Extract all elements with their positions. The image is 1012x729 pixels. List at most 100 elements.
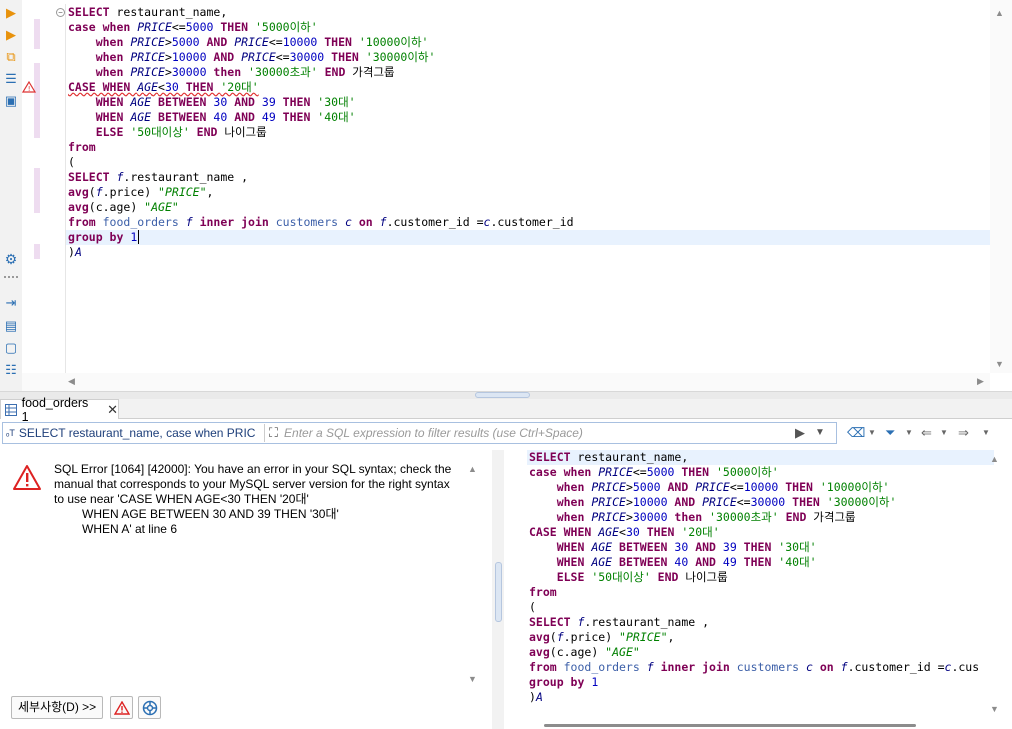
- code-line[interactable]: WHEN AGE BETWEEN 40 AND 49 THEN '40대': [68, 110, 356, 125]
- code-token: 30: [164, 80, 179, 94]
- scroll-down-arrow-icon[interactable]: ▼: [995, 359, 1004, 369]
- code-token: inner join: [199, 215, 276, 229]
- query-horizontal-scrollbar[interactable]: [504, 718, 986, 729]
- forward-dropdown-icon[interactable]: ▼: [982, 428, 990, 437]
- fold-toggle-icon[interactable]: −: [56, 8, 65, 17]
- execute-script-icon[interactable]: ⧉: [3, 49, 19, 65]
- export-icon[interactable]: ⇥: [3, 295, 19, 311]
- code-line[interactable]: WHEN AGE BETWEEN 30 AND 39 THEN '30대': [529, 540, 817, 555]
- scroll-left-arrow-icon[interactable]: ◀: [68, 376, 75, 387]
- splitter-handle[interactable]: [495, 562, 502, 622]
- load-file-icon[interactable]: ▤: [3, 318, 19, 334]
- back-dropdown-icon[interactable]: ▼: [940, 428, 948, 437]
- code-line[interactable]: avg(c.age) "AGE": [529, 645, 640, 660]
- code-line[interactable]: group by 1: [529, 675, 598, 690]
- code-line[interactable]: avg(c.age) "AGE": [68, 200, 179, 215]
- code-line[interactable]: CASE WHEN AGE<30 THEN '20대': [68, 80, 259, 95]
- vertical-splitter[interactable]: [492, 450, 504, 729]
- scroll-down-arrow-icon[interactable]: ▼: [468, 674, 477, 684]
- code-token: '20대': [220, 80, 259, 94]
- code-line[interactable]: SELECT f.restaurant_name ,: [68, 170, 248, 185]
- code-token: from: [529, 660, 564, 674]
- code-line[interactable]: from food_orders f inner join customers …: [529, 660, 979, 675]
- warning-icon: [113, 700, 130, 715]
- code-line[interactable]: when PRICE>30000 then '30000초과' END 가격그룹: [68, 65, 395, 80]
- tab-food-orders[interactable]: food_orders 1 ✕: [0, 396, 119, 424]
- scroll-up-arrow-icon[interactable]: ▲: [990, 454, 999, 464]
- scroll-right-arrow-icon[interactable]: ▶: [977, 376, 984, 387]
- splitter-handle[interactable]: [475, 392, 530, 398]
- close-tab-icon[interactable]: ✕: [107, 402, 118, 418]
- code-line[interactable]: when PRICE>10000 AND PRICE<=30000 THEN '…: [68, 50, 436, 65]
- execute-statement-new-tab-icon[interactable]: ▶: [3, 27, 19, 43]
- code-line[interactable]: (: [529, 600, 536, 615]
- scroll-up-arrow-icon[interactable]: ▲: [468, 464, 477, 474]
- code-line[interactable]: SELECT f.restaurant_name ,: [529, 615, 709, 630]
- query-scrollbar[interactable]: ▲ ▼: [986, 450, 1004, 718]
- apply-filter-icon[interactable]: ▶: [795, 425, 805, 441]
- code-token: '5000이하': [254, 20, 318, 34]
- code-line[interactable]: SELECT restaurant_name,: [68, 5, 227, 20]
- funnel-dropdown-icon[interactable]: ▼: [905, 428, 913, 437]
- code-token: (: [88, 185, 96, 199]
- code-line[interactable]: from: [68, 140, 96, 155]
- error-log-button[interactable]: [110, 696, 133, 719]
- code-line[interactable]: when PRICE>5000 AND PRICE<=10000 THEN '1…: [68, 35, 429, 50]
- explain-plan-icon[interactable]: ☰: [3, 71, 19, 87]
- code-line[interactable]: avg(f.price) "PRICE",: [68, 185, 213, 200]
- code-area[interactable]: SELECT restaurant_name, case when PRICE<=…: [65, 4, 991, 373]
- code-line[interactable]: (: [68, 155, 75, 170]
- code-line[interactable]: when PRICE>30000 then '30000초과' END 가격그룹: [529, 510, 856, 525]
- error-actions: 세부사항(D) >>: [0, 693, 490, 729]
- execute-statement-icon[interactable]: ▶: [3, 5, 19, 21]
- sql-editor[interactable]: ! − SELECT restaurant_name, case when PRI…: [22, 0, 991, 373]
- code-token: avg: [529, 645, 550, 659]
- code-line[interactable]: from: [529, 585, 557, 600]
- editor-horizontal-scrollbar[interactable]: ◀ ▶: [22, 373, 990, 391]
- details-button[interactable]: 세부사항(D) >>: [11, 696, 104, 719]
- code-line[interactable]: ELSE '50대이상' END 나이그룹: [68, 125, 267, 140]
- expand-filter-icon[interactable]: ⛶: [269, 425, 278, 441]
- scroll-thumb[interactable]: [544, 724, 916, 727]
- editor-vertical-scrollbar[interactable]: ▲ ▼: [990, 0, 1012, 373]
- filter-expression-input[interactable]: [284, 426, 805, 440]
- code-token: (c.age): [88, 200, 145, 214]
- code-line[interactable]: CASE WHEN AGE<30 THEN '20대': [529, 525, 720, 540]
- error-message: SQL Error [1064] [42000]: You have an er…: [54, 462, 464, 537]
- code-line[interactable]: case when PRICE<=5000 THEN '5000이하': [529, 465, 779, 480]
- outline-icon[interactable]: ☷: [3, 362, 19, 378]
- eraser-dropdown-icon[interactable]: ▼: [868, 428, 876, 437]
- code-line[interactable]: when PRICE>5000 AND PRICE<=10000 THEN '1…: [529, 480, 890, 495]
- code-line[interactable]: WHEN AGE BETWEEN 30 AND 39 THEN '30대': [68, 95, 356, 110]
- console-icon[interactable]: ▣: [3, 93, 19, 109]
- error-line: manual that corresponds to your MySQL se…: [54, 477, 450, 491]
- editor-results-splitter[interactable]: [0, 391, 1012, 399]
- code-token: A: [535, 690, 543, 704]
- filter-funnel-icon[interactable]: ⏷: [885, 425, 895, 441]
- code-line[interactable]: WHEN AGE BETWEEN 40 AND 49 THEN '40대': [529, 555, 817, 570]
- code-token: 30000: [750, 495, 786, 509]
- code-line[interactable]: SELECT restaurant_name,: [529, 450, 688, 465]
- code-token: inner join: [660, 660, 737, 674]
- variables-icon[interactable]: ▢: [3, 340, 19, 356]
- code-token: THEN: [275, 110, 318, 124]
- forward-arrow-icon[interactable]: ⇒: [958, 425, 969, 441]
- code-line[interactable]: when PRICE>10000 AND PRICE<=30000 THEN '…: [529, 495, 897, 510]
- code-token: from: [68, 215, 103, 229]
- code-line[interactable]: group by 1: [68, 230, 140, 245]
- scroll-up-arrow-icon[interactable]: ▲: [995, 8, 1004, 18]
- code-token: '10000이하': [358, 35, 429, 49]
- eraser-icon[interactable]: ⌫: [847, 425, 865, 441]
- settings-gear-icon[interactable]: ⚙: [3, 251, 19, 267]
- code-line[interactable]: )A: [68, 245, 82, 260]
- code-line[interactable]: ELSE '50대이상' END 나이그룹: [529, 570, 728, 585]
- code-line[interactable]: from food_orders f inner join customers …: [68, 215, 574, 230]
- help-button[interactable]: [138, 696, 161, 719]
- code-line[interactable]: case when PRICE<=5000 THEN '5000이하': [68, 20, 318, 35]
- filter-history-dropdown-icon[interactable]: ▼: [815, 427, 825, 438]
- code-line[interactable]: avg(f.price) "PRICE",: [529, 630, 674, 645]
- scroll-down-arrow-icon[interactable]: ▼: [990, 704, 999, 714]
- back-arrow-icon[interactable]: ⇐: [921, 425, 932, 441]
- code-line[interactable]: )A: [529, 690, 543, 705]
- error-scrollbar[interactable]: ▲ ▼: [465, 460, 481, 690]
